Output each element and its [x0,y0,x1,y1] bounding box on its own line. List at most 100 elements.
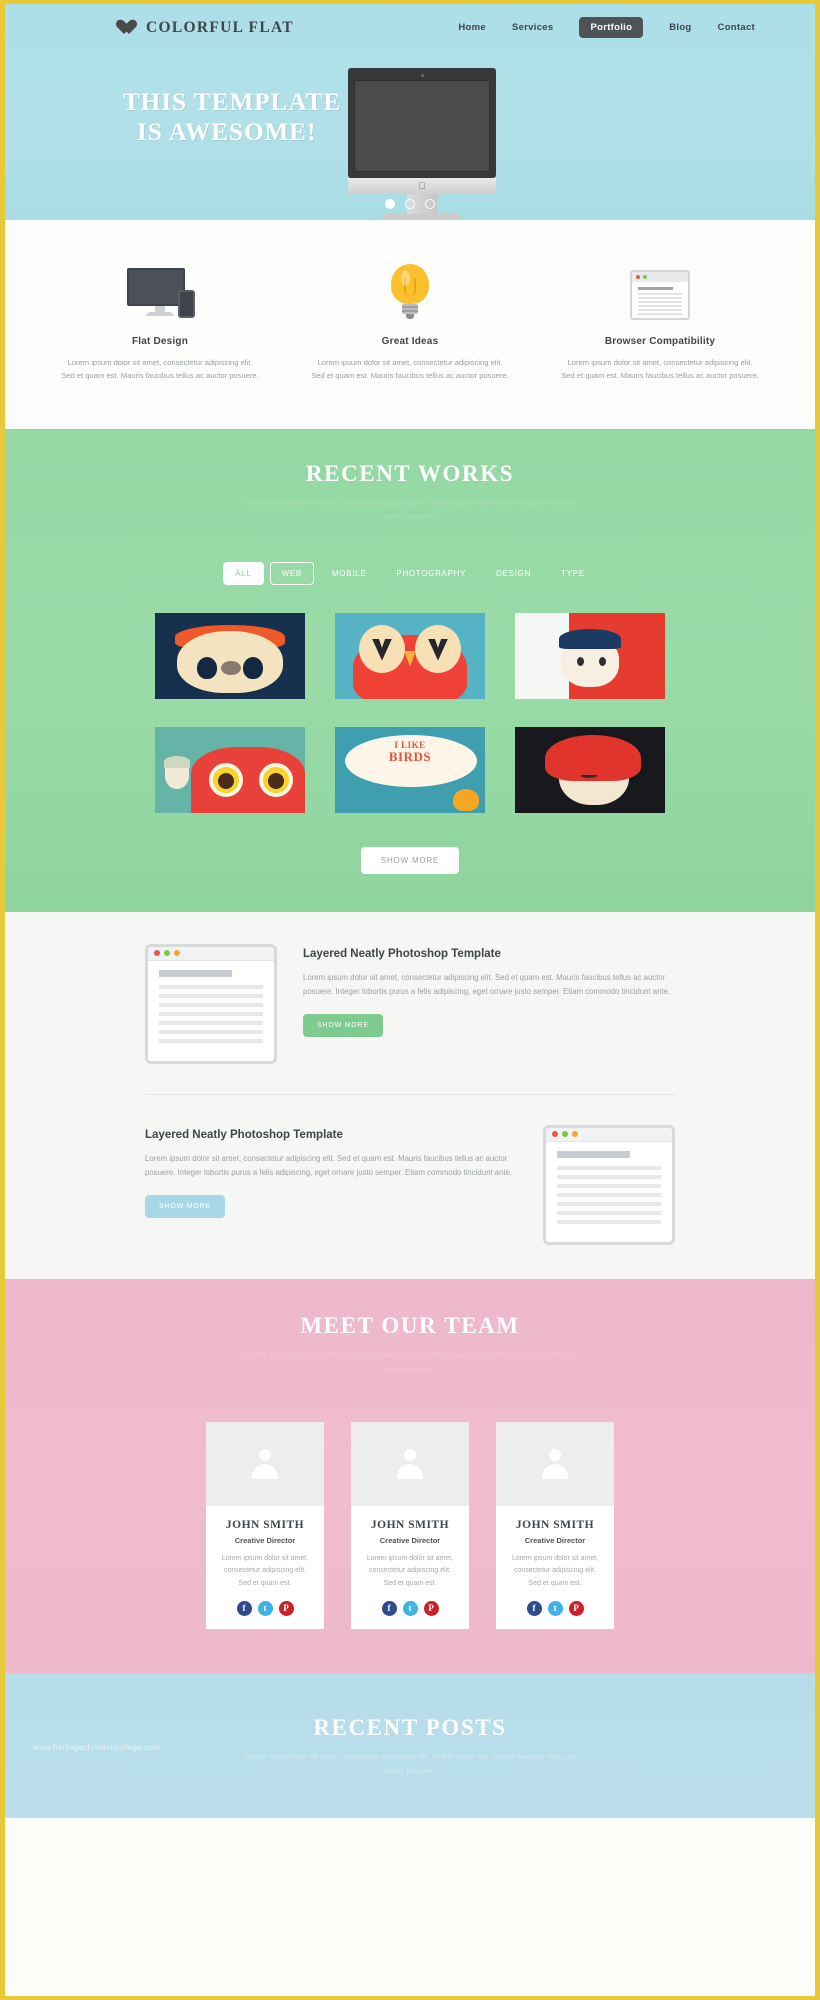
portfolio-item-red-owl-heart-eyes[interactable] [335,612,485,699]
browser-mockup-icon [145,943,277,1064]
hero-heading: THIS TEMPLATE IS AWESOME! [123,88,341,147]
content-section: Layered Neatly Photoshop Template Lorem … [5,911,815,1279]
feature-title: Great Ideas [381,336,439,347]
filter-design[interactable]: DESIGN [484,562,543,585]
content-block-text: Lorem ipsum dolor sit amet, consectetur … [303,972,671,997]
feature-title: Browser Compatibility [604,336,716,347]
portfolio-item-red-owl-pattern[interactable] [155,726,305,813]
feature-text: Lorem ipsum dolor sit amet, consectetur … [61,358,259,381]
team-member-bio: Lorem ipsum dolor sit amet, consectetur … [511,1554,599,1587]
section-subtitle: Lorem ipsum dolor sit amet, consectetur … [245,1349,575,1373]
portfolio-filters: ALL WEB MOBILE PHOTOGRAPHY DESIGN TYPE [5,561,815,585]
avatar-icon [542,1448,568,1479]
recent-works-section: RECENT WORKS Lorem ipsum dolor sit amet,… [5,428,815,912]
imac-illustration:  [348,68,496,220]
feature-text: Lorem ipsum dolor sit amet, consectetur … [561,358,759,381]
feature-browser-compatibility: Browser Compatibility Lorem ipsum dolor … [560,262,760,383]
imac-camera [420,74,424,77]
pinterest-icon[interactable]: P [423,1600,439,1616]
twitter-icon[interactable]: t [402,1600,418,1616]
filter-all[interactable]: ALL [223,561,264,585]
social-links: f t P [351,1600,469,1616]
feature-title: Flat Design [131,336,189,347]
show-more-works-button[interactable]: SHOW MORE [360,846,460,874]
team-cards: JOHN SMITH Creative Director Lorem ipsum… [5,1421,815,1629]
team-member-name: JOHN SMITH [370,1518,450,1531]
recent-posts-section: www.heritagechristiancollege.com RECENT … [5,1672,815,1818]
portfolio-item-orange-haired-creature[interactable] [155,612,305,699]
content-block-2: Layered Neatly Photoshop Template Lorem … [145,1124,675,1245]
hero-heading-line1: THIS TEMPLATE [123,89,342,116]
lightbulb-icon [310,262,510,320]
section-subtitle: Lorem ipsum dolor sit amet, consectetur … [245,497,575,521]
team-member-name: JOHN SMITH [515,1518,595,1531]
slider-dots [5,199,815,209]
pinterest-icon[interactable]: P [278,1600,294,1616]
template-preview-page: COLORFUL FLAT Home Services Portfolio Bl… [5,4,815,1818]
team-photo-placeholder [351,1421,469,1506]
portfolio-item-red-hair-winking-face[interactable] [515,726,665,813]
section-title: RECENT WORKS [305,460,515,486]
nav-item-portfolio[interactable]: Portfolio [579,17,644,38]
section-subtitle: Lorem ipsum dolor sit amet, consectetur … [245,1751,575,1775]
twitter-icon[interactable]: t [547,1600,563,1616]
hero-heading-line2: IS AWESOME! [137,118,317,146]
hero-section: COLORFUL FLAT Home Services Portfolio Bl… [5,4,815,220]
nav-item-blog[interactable]: Blog [669,22,691,33]
logo[interactable]: COLORFUL FLAT [120,19,294,37]
slider-dot-2[interactable] [405,199,415,209]
content-divider [145,1093,675,1095]
apple-logo-icon:  [419,181,426,191]
browser-mockup-icon [543,1124,675,1245]
team-member-role: Creative Director [379,1535,441,1545]
team-member-role: Creative Director [234,1535,296,1545]
show-more-button-1[interactable]: SHOW MORE [303,1013,383,1037]
browser-window-icon [560,262,760,320]
team-card[interactable]: JOHN SMITH Creative Director Lorem ipsum… [496,1421,614,1629]
team-photo-placeholder [206,1421,324,1506]
feature-great-ideas: Great Ideas Lorem ipsum dolor sit amet, … [310,262,510,383]
team-member-bio: Lorem ipsum dolor sit amet, consectetur … [221,1554,309,1587]
nav-item-services[interactable]: Services [512,22,554,33]
team-section: MEET OUR TEAM Lorem ipsum dolor sit amet… [5,1278,815,1673]
social-links: f t P [206,1600,324,1616]
nav-item-home[interactable]: Home [458,22,486,33]
watermark-text: www.heritagechristiancollege.com [33,1742,160,1752]
monitor-phone-icon [60,262,260,320]
features-section: Flat Design Lorem ipsum dolor sit amet, … [5,220,815,429]
filter-photography[interactable]: PHOTOGRAPHY [384,562,478,585]
twitter-icon[interactable]: t [257,1600,273,1616]
facebook-icon[interactable]: f [381,1600,397,1616]
social-links: f t P [496,1600,614,1616]
section-title: MEET OUR TEAM [300,1312,520,1338]
team-card[interactable]: JOHN SMITH Creative Director Lorem ipsum… [206,1421,324,1629]
avatar-icon [397,1448,423,1479]
pinterest-icon[interactable]: P [568,1600,584,1616]
avatar-icon [252,1448,278,1479]
facebook-icon[interactable]: f [236,1600,252,1616]
team-member-role: Creative Director [524,1535,586,1545]
imac-screen [354,80,490,172]
portfolio-item-blue-hair-girl[interactable] [515,612,665,699]
content-block-title: Layered Neatly Photoshop Template [145,1128,343,1141]
feature-flat-design: Flat Design Lorem ipsum dolor sit amet, … [60,262,260,383]
section-title: RECENT POSTS [313,1714,507,1740]
filter-mobile[interactable]: MOBILE [320,562,378,585]
portfolio-grid: I LIKE BIRDS [130,612,690,813]
filter-web[interactable]: WEB [269,561,314,585]
content-block-title: Layered Neatly Photoshop Template [303,947,501,960]
main-nav: Home Services Portfolio Blog Contact [458,17,755,38]
brand-name: COLORFUL FLAT [146,18,294,36]
content-block-1: Layered Neatly Photoshop Template Lorem … [145,943,675,1064]
nav-item-contact[interactable]: Contact [718,22,755,33]
filter-type[interactable]: TYPE [549,562,597,585]
slider-dot-1[interactable] [385,199,395,209]
slider-dot-3[interactable] [425,199,435,209]
facebook-icon[interactable]: f [526,1600,542,1616]
portfolio-item-i-like-birds-lettering[interactable]: I LIKE BIRDS [335,726,485,813]
team-photo-placeholder [496,1421,614,1506]
show-more-button-2[interactable]: SHOW MORE [145,1194,225,1218]
team-member-bio: Lorem ipsum dolor sit amet, consectetur … [366,1554,454,1587]
heart-icon [120,20,137,36]
team-card[interactable]: JOHN SMITH Creative Director Lorem ipsum… [351,1421,469,1629]
